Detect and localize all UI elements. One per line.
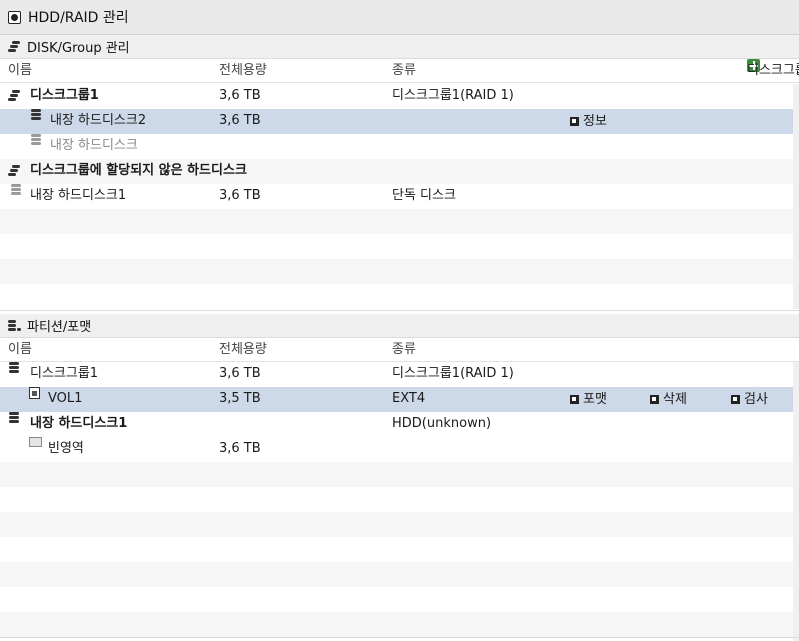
empty-row (0, 209, 793, 234)
row-capacity: 3,6 TB (219, 441, 261, 456)
disk-group-icon (8, 165, 21, 177)
empty-row (0, 259, 793, 284)
row-name: 빈영역 (48, 441, 84, 456)
delete-button[interactable]: 삭제 (650, 387, 687, 412)
row-name: 디스크그룹1 (30, 366, 99, 381)
check-label: 검사 (744, 392, 768, 407)
row-capacity: 3,6 TB (219, 366, 261, 381)
partition-section-title: 파티션/포맷 (27, 320, 92, 335)
disk-icon (31, 109, 41, 121)
format-label: 포맷 (583, 392, 607, 407)
row-type: EXT4 (392, 391, 426, 406)
window-title-bar: HDD/RAID 관리 (0, 0, 799, 35)
format-icon (570, 395, 579, 404)
column-name: 이름 (8, 342, 32, 357)
info-icon (570, 117, 579, 126)
bottom-divider (0, 637, 799, 638)
disk-icon (9, 412, 19, 424)
disk-stack-icon (8, 40, 21, 53)
delete-icon (650, 395, 659, 404)
disk-group-icon (9, 362, 19, 374)
hdd-icon (8, 10, 21, 24)
empty-row (0, 487, 793, 512)
column-name: 이름 (8, 63, 32, 78)
row-capacity: 3,6 TB (219, 113, 261, 128)
column-type: 종류 (392, 342, 416, 357)
scrollbar-partition[interactable] (793, 362, 799, 641)
info-button[interactable]: 정보 (570, 109, 607, 134)
empty-row (0, 284, 793, 309)
partition-section-header: 파티션/포맷 (0, 314, 799, 338)
empty-row (0, 562, 793, 587)
empty-row (0, 537, 793, 562)
column-capacity: 전체용량 (219, 342, 267, 357)
disk-row[interactable]: 내장 하드디스크 (0, 134, 793, 159)
column-capacity: 전체용량 (219, 63, 267, 78)
window-title: HDD/RAID 관리 (28, 10, 129, 26)
disk-row-selected[interactable]: 내장 하드디스크2 3,6 TB 정보 (0, 109, 793, 134)
row-name: 디스크그룹에 할당되지 않은 하드디스크 (30, 163, 247, 178)
create-disk-group-button[interactable]: 디스크그룹 생성 (747, 59, 799, 78)
partition-stack-icon (8, 319, 21, 332)
row-type: 단독 디스크 (392, 188, 456, 203)
disk-icon (11, 184, 21, 196)
free-space-row[interactable]: 빈영역 3,6 TB (0, 437, 793, 462)
row-capacity: 3,6 TB (219, 188, 261, 203)
disk-group-section-header: DISK/Group 관리 (0, 35, 799, 59)
check-button[interactable]: 검사 (731, 387, 768, 412)
volume-row-selected[interactable]: VOL1 3,5 TB EXT4 포맷 삭제 검사 (0, 387, 793, 412)
create-disk-group-label: 디스크그룹 생성 (747, 63, 799, 78)
partition-column-header: 이름 전체용량 종류 (0, 338, 799, 362)
disk-row[interactable]: 내장 하드디스크1 3,6 TB 단독 디스크 (0, 184, 793, 209)
section-divider (0, 310, 799, 311)
row-name: VOL1 (48, 391, 83, 406)
disk-group-icon (8, 90, 21, 102)
row-capacity: 3,5 TB (219, 391, 261, 406)
disk-group-section-title: DISK/Group 관리 (27, 41, 130, 56)
row-type: 디스크그룹1(RAID 1) (392, 88, 514, 103)
unassigned-group-row[interactable]: 디스크그룹에 할당되지 않은 하드디스크 (0, 159, 793, 184)
disk-icon (31, 134, 41, 146)
row-capacity: 3,6 TB (219, 88, 261, 103)
format-button[interactable]: 포맷 (570, 387, 607, 412)
column-type: 종류 (392, 63, 416, 78)
disk-group-row[interactable]: 디스크그룹1 3,6 TB 디스크그룹1(RAID 1) (0, 84, 793, 109)
disk-group-column-header: 이름 전체용량 종류 디스크그룹 생성 (0, 59, 799, 83)
row-type: 디스크그룹1(RAID 1) (392, 366, 514, 381)
row-name: 내장 하드디스크1 (30, 416, 128, 431)
check-icon (731, 395, 740, 404)
row-name: 내장 하드디스크 (50, 138, 138, 153)
partition-group-row[interactable]: 디스크그룹1 3,6 TB 디스크그룹1(RAID 1) (0, 362, 793, 387)
disk-row[interactable]: 내장 하드디스크1 HDD(unknown) (0, 412, 793, 437)
empty-row (0, 612, 793, 637)
empty-row (0, 462, 793, 487)
row-name: 내장 하드디스크1 (30, 188, 127, 203)
row-type: HDD(unknown) (392, 416, 492, 431)
scrollbar-disk-group[interactable] (793, 84, 799, 309)
row-name: 디스크그룹1 (30, 88, 99, 103)
info-label: 정보 (583, 114, 607, 129)
empty-row (0, 234, 793, 259)
empty-row (0, 587, 793, 612)
delete-label: 삭제 (663, 392, 687, 407)
free-space-icon (29, 437, 42, 447)
volume-icon (29, 387, 40, 399)
empty-row (0, 512, 793, 537)
row-name: 내장 하드디스크2 (50, 113, 147, 128)
